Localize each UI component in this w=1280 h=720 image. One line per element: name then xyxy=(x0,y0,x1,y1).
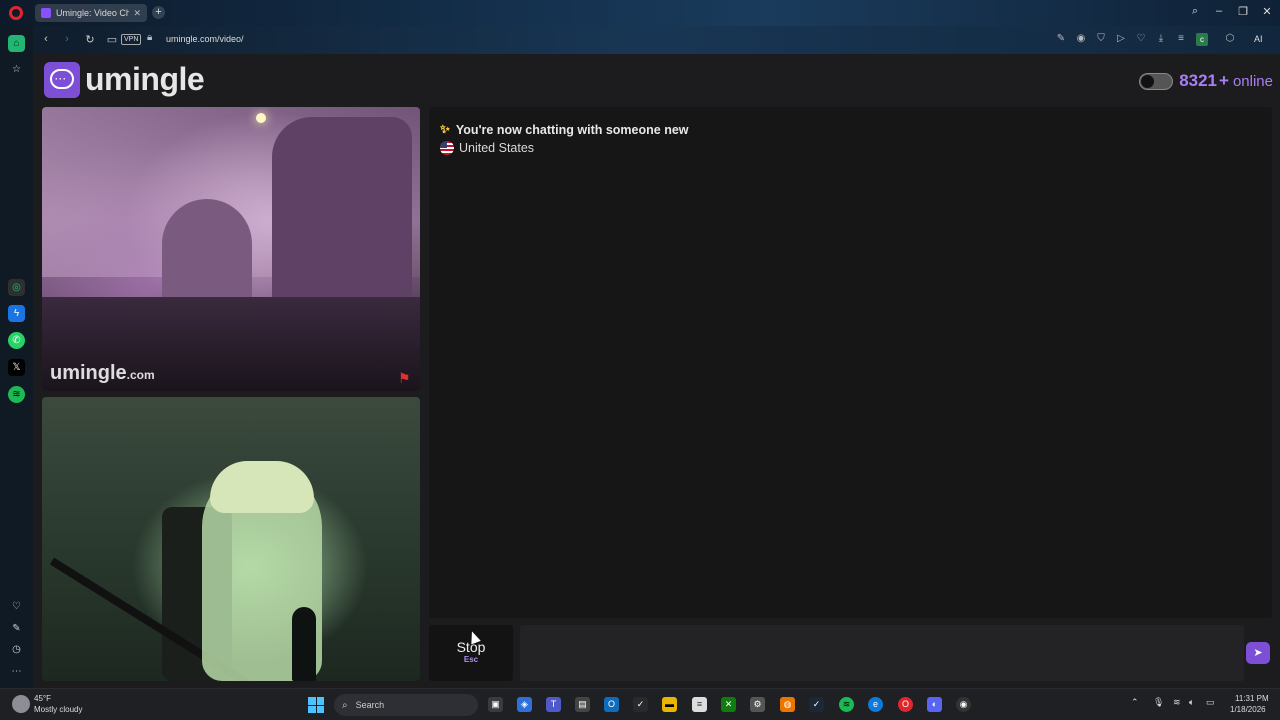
messenger-icon[interactable]: ϟ xyxy=(8,305,25,322)
more-icon[interactable]: ⋯ xyxy=(8,663,25,680)
app-icon[interactable]: ✓ xyxy=(633,697,648,712)
extension-icon[interactable]: c xyxy=(1196,33,1208,46)
discord-icon[interactable]: ◐ xyxy=(927,697,942,712)
store-icon[interactable]: ▤ xyxy=(575,697,590,712)
clock-date[interactable]: 1/18/2026 xyxy=(1230,705,1266,714)
camera-icon[interactable]: ◉ xyxy=(1074,33,1088,44)
search-icon: ⌕ xyxy=(342,699,348,711)
chat-bubble-icon: ··· xyxy=(44,61,80,98)
send-icon[interactable]: ➤ xyxy=(1246,642,1270,664)
tab-close-icon[interactable]: ✕ xyxy=(133,8,141,19)
spotify-icon[interactable]: ≋ xyxy=(8,386,25,403)
clock-time[interactable]: 11:31 PM xyxy=(1235,694,1269,703)
page-content: ··· umingle 8321 + online umingle.com ⚑ … xyxy=(33,54,1280,688)
url-field[interactable]: umingle.com/video/ xyxy=(166,34,244,44)
chat-panel: ✨︎ You're now chatting with someone new … xyxy=(429,107,1272,618)
x-icon[interactable]: 𝕏 xyxy=(8,359,25,376)
lock-icon[interactable]: 🔒︎ xyxy=(147,32,152,43)
local-video xyxy=(42,397,420,681)
snapshot-icon[interactable]: ▭ xyxy=(105,33,119,46)
back-button[interactable]: ‹ xyxy=(39,33,53,45)
edit-icon[interactable]: ✎ xyxy=(8,620,25,637)
logo-text: umingle xyxy=(85,61,205,97)
home-icon[interactable]: ⌂ xyxy=(8,35,25,52)
address-bar: ‹ › ↻ ▭ VPN 🔒︎ umingle.com/video/ ✎ ◉ ⛉ … xyxy=(0,26,1280,54)
windows-taskbar: 45°F Mostly cloudy ⌕ Search ▣ ◈ T ▤ O ✓ … xyxy=(0,688,1280,720)
weather-desc: Mostly cloudy xyxy=(34,705,83,714)
task-view-icon[interactable]: ▣ xyxy=(488,697,503,712)
play-icon[interactable]: ▷ xyxy=(1114,33,1128,44)
reload-button[interactable]: ↻ xyxy=(83,33,97,46)
vpn-badge[interactable]: VPN xyxy=(121,34,142,45)
close-window-button[interactable]: ✕ xyxy=(1257,5,1277,18)
blender-icon[interactable]: ◍ xyxy=(780,697,795,712)
opera-taskbar-icon[interactable]: O xyxy=(898,697,913,712)
copilot-icon[interactable]: ◈ xyxy=(517,697,532,712)
online-count: 8321 xyxy=(1179,71,1218,90)
battery-icon[interactable]: ▭ xyxy=(1206,697,1215,708)
minimize-button[interactable]: – xyxy=(1209,5,1229,17)
theme-toggle[interactable] xyxy=(1139,72,1174,90)
xbox-icon[interactable]: ✕ xyxy=(721,697,736,712)
whatsapp-icon[interactable]: ✆ xyxy=(8,332,25,349)
online-plus: + xyxy=(1219,71,1229,90)
sparkle-icon: ✨︎ xyxy=(440,122,450,136)
volume-icon[interactable]: 🔈︎ xyxy=(1189,697,1194,708)
file-explorer-icon[interactable]: ▬ xyxy=(662,697,677,712)
chat-status-line: ✨︎ You're now chatting with someone new xyxy=(440,122,689,137)
teams-icon[interactable]: T xyxy=(546,697,561,712)
video-watermark: umingle.com xyxy=(50,362,155,384)
outlook-icon[interactable]: O xyxy=(604,697,619,712)
country-name: United States xyxy=(459,141,535,155)
menu-icon[interactable]: ≡ xyxy=(1174,33,1188,44)
remote-video: umingle.com ⚑ xyxy=(42,107,420,391)
edit-icon[interactable]: ✎ xyxy=(1054,33,1068,44)
settings-gear-icon[interactable]: ⚙ xyxy=(750,697,765,712)
chat-status-message: You're now chatting with someone new xyxy=(455,122,689,137)
start-icon[interactable] xyxy=(308,697,324,713)
cube-icon[interactable]: ⬡ xyxy=(1223,33,1237,44)
steam-icon[interactable]: ✓ xyxy=(809,697,824,712)
taskbar-search[interactable]: ⌕ Search xyxy=(334,694,478,716)
tab-title: Umingle: Video Chat xyxy=(56,8,130,18)
online-label: online xyxy=(1232,72,1273,90)
download-icon[interactable]: ⤓ xyxy=(1154,33,1168,44)
weather-icon[interactable] xyxy=(12,695,30,713)
tab-umingle[interactable]: Umingle: Video Chat ✕ xyxy=(35,4,147,22)
forward-button[interactable]: › xyxy=(60,33,74,45)
heart-icon[interactable]: ♡ xyxy=(8,598,25,615)
us-flag-icon xyxy=(440,141,454,155)
message-input[interactable] xyxy=(520,625,1244,681)
partner-country: United States xyxy=(440,141,534,155)
edge-icon[interactable]: e xyxy=(868,697,883,712)
site-logo[interactable]: ··· umingle xyxy=(44,61,205,98)
history-icon[interactable]: ◷ xyxy=(8,641,25,658)
umingle-favicon-icon xyxy=(41,8,51,18)
new-tab-button[interactable]: + xyxy=(152,6,165,19)
shield-icon[interactable]: ⛉ xyxy=(1094,33,1108,44)
heart-icon[interactable]: ♡ xyxy=(1134,33,1148,44)
ai-button[interactable]: AI xyxy=(1254,34,1263,44)
search-tabs-icon[interactable]: ⌕ xyxy=(1185,5,1205,18)
tray-chevron-icon[interactable]: ⌃ xyxy=(1131,697,1139,708)
microphone-icon[interactable]: 🎙︎ xyxy=(1153,697,1164,708)
browser-tab-bar: Umingle: Video Chat ✕ + ⌕ – ❐ ✕ xyxy=(0,0,1280,26)
obs-icon[interactable]: ◉ xyxy=(956,697,971,712)
report-flag-icon[interactable]: ⚑ xyxy=(398,371,414,385)
chatgpt-icon[interactable]: ◎ xyxy=(8,279,25,296)
opera-menu-icon[interactable] xyxy=(9,6,23,20)
spotify-taskbar-icon[interactable]: ≋ xyxy=(839,697,854,712)
search-label: Search xyxy=(355,700,385,710)
stop-shortcut: Esc xyxy=(463,655,479,664)
star-icon[interactable]: ☆ xyxy=(8,61,25,78)
online-status: 8321 + online xyxy=(1139,71,1273,91)
wifi-icon[interactable]: ≋ xyxy=(1173,697,1181,708)
maximize-button[interactable]: ❐ xyxy=(1233,5,1253,18)
notepad-icon[interactable]: ≡ xyxy=(692,697,707,712)
weather-temp: 45°F xyxy=(34,694,51,703)
browser-sidebar: ⌂ ☆ ◎ ϟ ✆ 𝕏 ≋ ♡ ✎ ◷ ⋯ xyxy=(0,26,33,688)
